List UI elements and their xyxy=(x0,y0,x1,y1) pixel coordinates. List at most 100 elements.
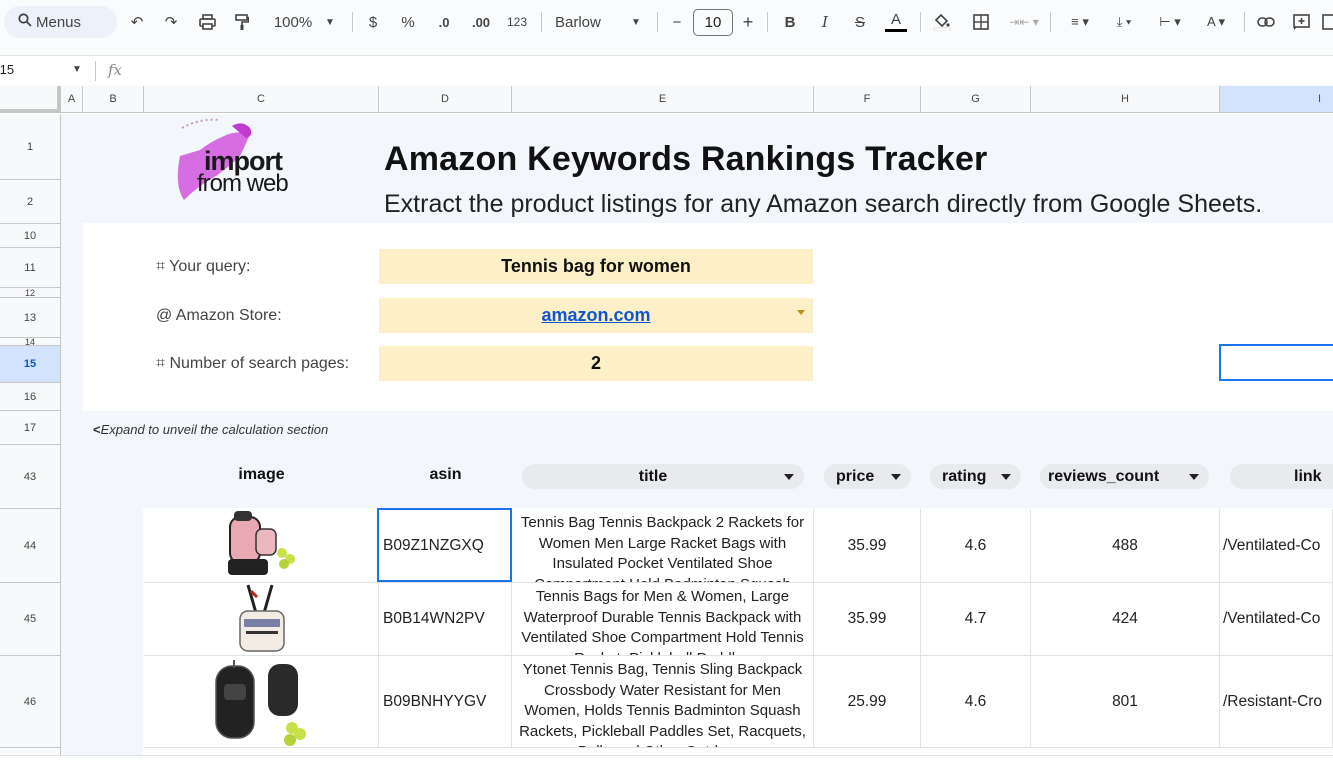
query-value: Tennis bag for women xyxy=(501,256,691,276)
italic-button[interactable]: I xyxy=(815,8,835,36)
chevron-down-icon[interactable]: ▼ xyxy=(322,8,338,36)
percent-format-button[interactable]: % xyxy=(398,8,418,36)
rating-cell[interactable]: 4.7 xyxy=(921,583,1031,656)
decrease-decimal-button[interactable]: .0 xyxy=(432,8,456,36)
selected-cell-i15[interactable] xyxy=(1219,344,1333,381)
column-header-b[interactable]: B xyxy=(83,86,144,113)
row-header-43[interactable]: 43 xyxy=(0,445,61,509)
print-icon[interactable] xyxy=(196,8,218,36)
asin-cell[interactable]: B09BNHYYGV xyxy=(379,656,512,748)
column-header-c[interactable]: C xyxy=(144,86,379,113)
column-header-a[interactable]: A xyxy=(61,86,83,113)
more-toolbar-icon[interactable] xyxy=(1322,8,1333,36)
merge-cells-icon[interactable]: ⇥⇤ ▾ xyxy=(1006,8,1042,36)
font-size-input[interactable]: 10 xyxy=(693,9,733,36)
header-link-filter[interactable]: link xyxy=(1230,464,1333,489)
borders-icon[interactable] xyxy=(970,8,992,36)
query-label: ⌗ Your query: xyxy=(156,258,251,275)
chevron-down-icon[interactable] xyxy=(1189,474,1199,480)
reviews-cell[interactable]: 424 xyxy=(1031,583,1220,656)
row-header-46[interactable]: 46 xyxy=(0,656,61,748)
header-image: image xyxy=(238,466,285,483)
column-header-h[interactable]: H xyxy=(1031,86,1220,113)
header-title-filter[interactable]: title xyxy=(522,464,804,489)
query-input[interactable]: Tennis bag for women xyxy=(379,249,813,284)
undo-icon[interactable]: ↶ xyxy=(127,8,147,36)
select-all-corner[interactable] xyxy=(0,86,61,113)
row-header-2[interactable]: 2 xyxy=(0,180,61,224)
pages-input[interactable]: 2 xyxy=(379,346,813,381)
price-cell[interactable]: 35.99 xyxy=(814,509,921,583)
link-cell[interactable]: /Ventilated-Co xyxy=(1220,509,1333,583)
header-reviews-filter[interactable]: reviews_count xyxy=(1040,464,1209,489)
column-header-e[interactable]: E xyxy=(512,86,814,113)
zoom-select[interactable]: 100% xyxy=(265,8,321,36)
insert-comment-icon[interactable] xyxy=(1290,8,1312,36)
row-header-13[interactable]: 13 xyxy=(0,298,61,338)
sheet-grid: A B C D E F G H I 1 2 10 11 12 13 14 15 … xyxy=(0,86,1333,768)
paint-format-icon[interactable] xyxy=(231,8,253,36)
column-header-i[interactable]: I xyxy=(1220,86,1333,113)
text-rotation-icon[interactable]: A ▾ xyxy=(1198,8,1234,36)
header-rating-filter[interactable]: rating xyxy=(930,464,1021,489)
reviews-cell[interactable]: 488 xyxy=(1031,509,1220,583)
title-cell[interactable]: Tennis Bags for Men & Women, Large Water… xyxy=(512,583,814,656)
chevron-down-icon[interactable] xyxy=(1001,474,1011,480)
redo-icon[interactable]: ↷ xyxy=(161,8,181,36)
product-image xyxy=(144,509,379,583)
increase-decimal-button[interactable]: .00 xyxy=(468,8,494,36)
vertical-align-icon[interactable]: ⤓ ▾ xyxy=(1106,8,1142,36)
fill-color-icon[interactable] xyxy=(930,8,954,36)
row-header-14[interactable]: 14 xyxy=(0,338,61,346)
price-cell[interactable]: 25.99 xyxy=(814,656,921,748)
row-header-15[interactable]: 15 xyxy=(0,346,61,383)
title-cell[interactable]: Tennis Bag Tennis Backpack 2 Rackets for… xyxy=(512,509,814,583)
row-header-16[interactable]: 16 xyxy=(0,383,61,411)
currency-format-button[interactable]: $ xyxy=(364,8,382,36)
sheet-tabs-bar xyxy=(0,755,1333,768)
product-image xyxy=(144,656,379,748)
product-image xyxy=(144,583,379,656)
chevron-down-icon[interactable] xyxy=(891,474,901,480)
dropdown-arrow-icon[interactable] xyxy=(797,310,805,315)
text-wrapping-icon[interactable]: ⊢ ▾ xyxy=(1152,8,1188,36)
row-header-11[interactable]: 11 xyxy=(0,248,61,288)
header-title: title xyxy=(638,467,668,485)
column-header-d[interactable]: D xyxy=(379,86,512,113)
horizontal-align-icon[interactable]: ≡ ▾ xyxy=(1062,8,1098,36)
rating-cell[interactable]: 4.6 xyxy=(921,509,1031,583)
row-header-10[interactable]: 10 xyxy=(0,224,61,248)
title-cell[interactable]: Ytonet Tennis Bag, Tennis Sling Backpack… xyxy=(512,656,814,748)
row-header-17[interactable]: 17 xyxy=(0,411,61,445)
column-header-f[interactable]: F xyxy=(814,86,921,113)
link-cell[interactable]: /Resistant-Cro xyxy=(1220,656,1333,748)
row-header-12[interactable]: 12 xyxy=(0,288,61,298)
bold-button[interactable]: B xyxy=(780,8,800,36)
reviews-cell[interactable]: 801 xyxy=(1031,656,1220,748)
text-color-icon[interactable]: A xyxy=(884,8,908,36)
decrease-font-size-button[interactable]: − xyxy=(668,8,686,36)
asin-cell[interactable]: B0B14WN2PV xyxy=(379,583,512,656)
more-formats-button[interactable]: 123 xyxy=(504,8,530,36)
rating-cell[interactable]: 4.6 xyxy=(921,656,1031,748)
chevron-down-icon[interactable]: ▼ xyxy=(72,64,82,75)
store-link[interactable]: amazon.com xyxy=(541,305,650,326)
row-header-44[interactable]: 44 xyxy=(0,509,61,583)
menus-search-button[interactable]: Menus xyxy=(4,6,117,38)
header-price-filter[interactable]: price xyxy=(824,464,911,489)
link-cell[interactable]: /Ventilated-Co xyxy=(1220,583,1333,656)
font-select[interactable]: Barlow xyxy=(555,8,615,36)
row-header-1[interactable]: 1 xyxy=(0,114,61,180)
insert-link-icon[interactable] xyxy=(1255,8,1277,36)
page-title: Amazon Keywords Rankings Tracker xyxy=(384,140,988,178)
expand-section-toggle[interactable]: <Expand to unveil the calculation sectio… xyxy=(93,422,328,437)
strikethrough-icon[interactable]: S xyxy=(849,8,871,36)
import-from-web-logo: import from web xyxy=(170,116,290,208)
increase-font-size-button[interactable]: + xyxy=(739,8,757,36)
store-select[interactable]: amazon.com xyxy=(379,298,813,333)
chevron-down-icon[interactable] xyxy=(784,474,794,480)
column-header-g[interactable]: G xyxy=(921,86,1031,113)
price-cell[interactable]: 35.99 xyxy=(814,583,921,656)
row-header-45[interactable]: 45 xyxy=(0,583,61,656)
chevron-down-icon[interactable]: ▼ xyxy=(628,8,644,36)
